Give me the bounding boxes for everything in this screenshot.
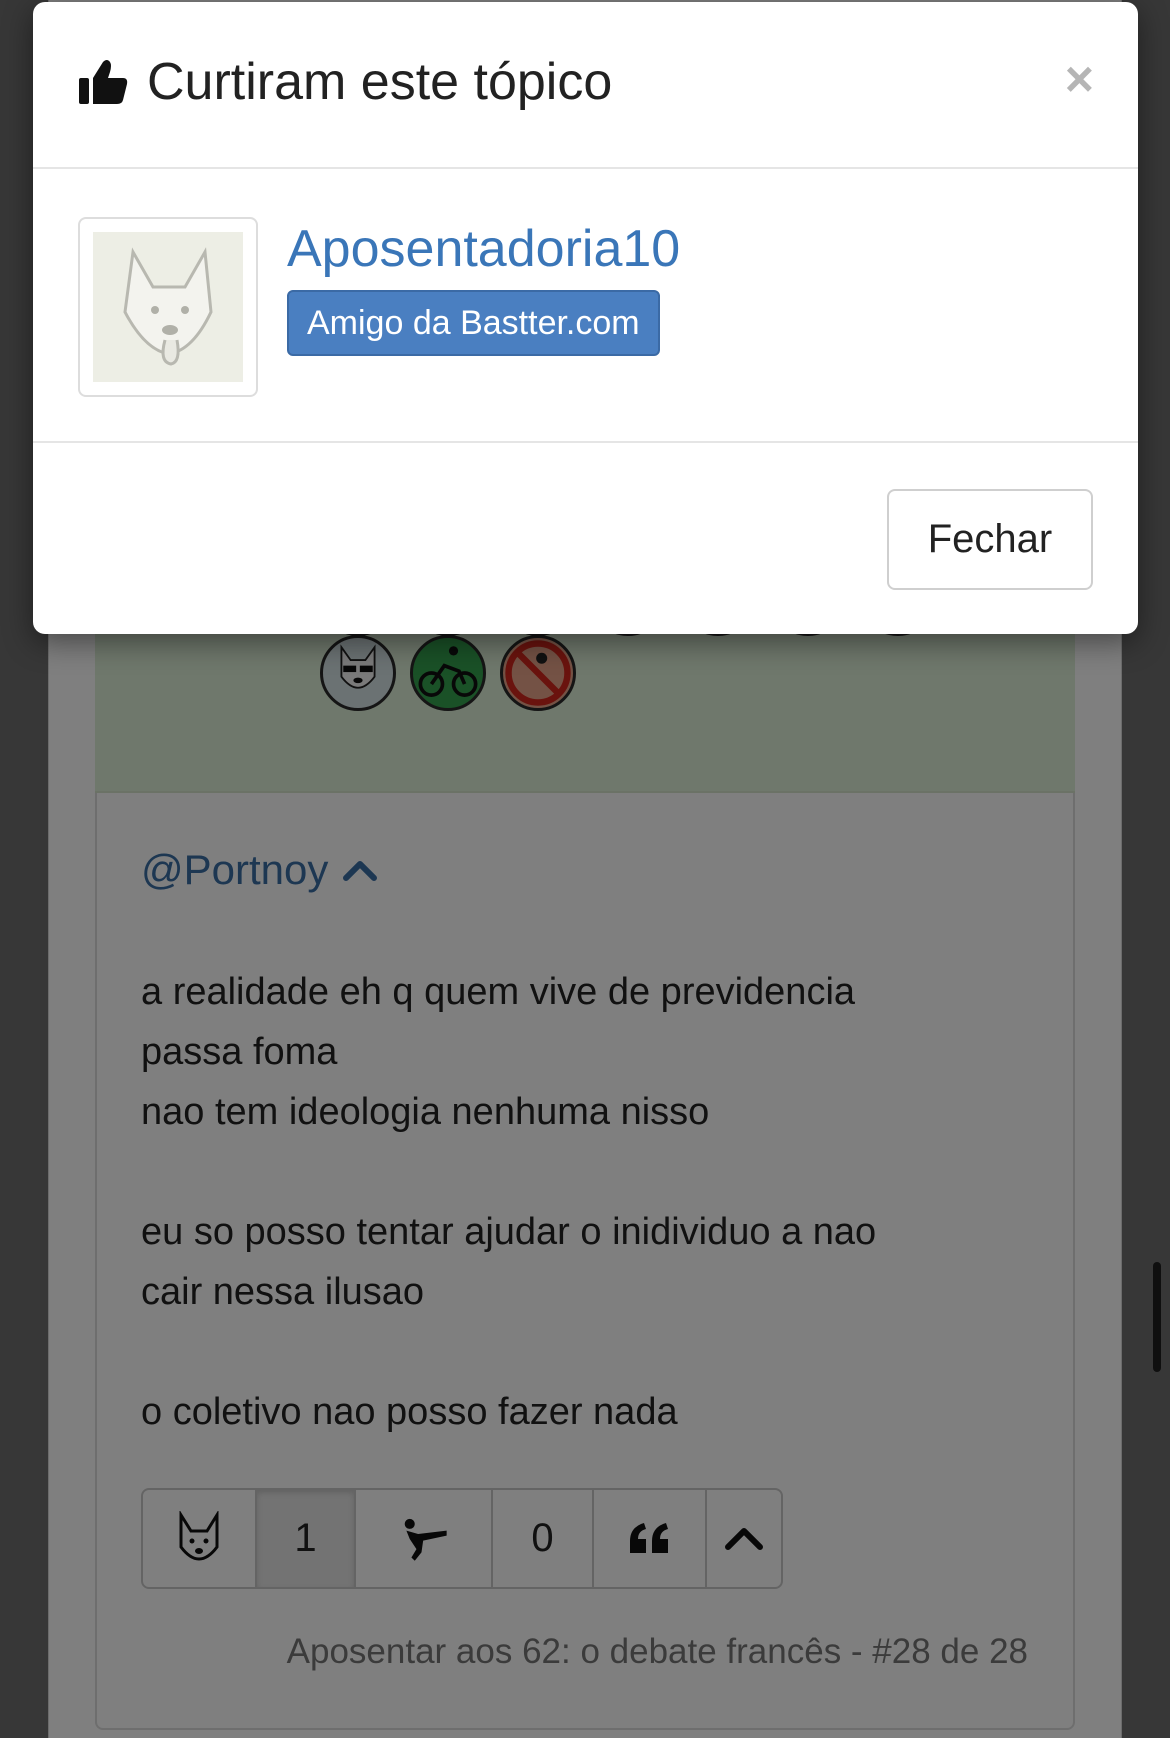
close-button[interactable]: Fechar bbox=[887, 489, 1093, 590]
thumbs-up-icon bbox=[79, 60, 128, 104]
close-icon[interactable]: × bbox=[1065, 54, 1094, 104]
modal-header: Curtiram este tópico × bbox=[33, 2, 1138, 169]
avatar[interactable] bbox=[78, 217, 258, 397]
likes-modal: Curtiram este tópico × Aposentadoria10 A… bbox=[33, 2, 1138, 634]
dog-avatar-icon bbox=[123, 247, 213, 366]
liker-username[interactable]: Aposentadoria10 bbox=[287, 219, 680, 279]
user-rank-badge: Amigo da Bastter.com bbox=[287, 290, 660, 356]
modal-title-text: Curtiram este tópico bbox=[147, 53, 613, 111]
modal-footer: Fechar bbox=[33, 445, 1138, 634]
modal-body: Aposentadoria10 Amigo da Bastter.com bbox=[33, 171, 1138, 443]
modal-title: Curtiram este tópico bbox=[77, 52, 612, 112]
